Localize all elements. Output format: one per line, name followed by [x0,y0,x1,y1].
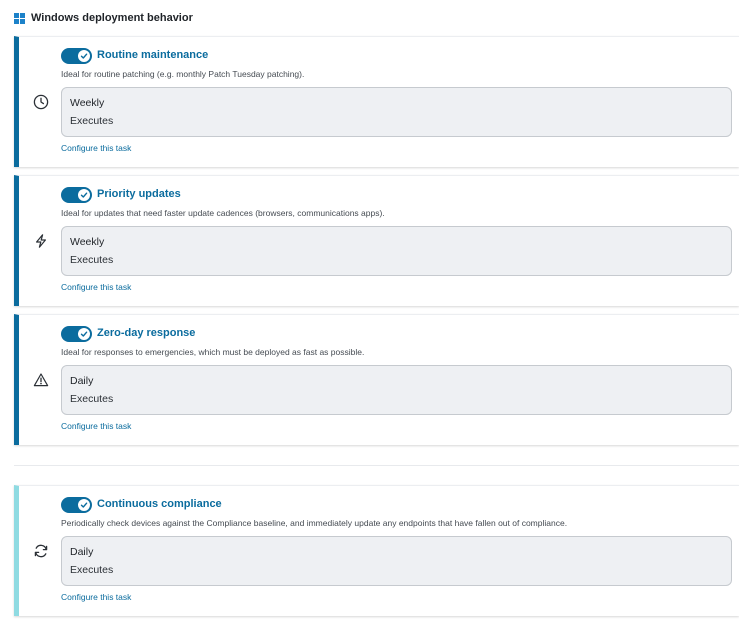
windows-logo-icon [14,12,25,24]
task-description: Ideal for responses to emergencies, whic… [61,347,365,357]
lightning-icon [33,233,49,249]
task-title: Routine maintenance [97,49,209,61]
check-icon [78,50,90,62]
task-title: Continuous compliance [97,498,222,510]
task-card-continuous-compliance: Continuous compliance Periodically check… [14,485,739,616]
schedule-status: Executes [70,115,114,127]
task-card-priority-updates: Priority updates Ideal for updates that … [14,175,739,306]
task-description: Ideal for updates that need faster updat… [61,208,385,218]
task-card-zero-day-response: Zero-day response Ideal for responses to… [14,314,739,445]
task-title: Priority updates [97,188,181,200]
schedule-frequency: Weekly [70,236,105,248]
check-icon [78,328,90,340]
task-description: Ideal for routine patching (e.g. monthly… [61,69,305,79]
check-icon [78,189,90,201]
configure-task-link[interactable]: Configure this task [61,282,131,292]
clock-icon [33,94,49,110]
configure-task-link[interactable]: Configure this task [61,592,131,602]
continuous-compliance-toggle[interactable] [61,497,92,513]
priority-updates-toggle[interactable] [61,187,92,203]
configure-task-link[interactable]: Configure this task [61,421,131,431]
check-icon [78,499,90,511]
section-header: Windows deployment behavior [14,11,193,25]
zero-day-response-toggle[interactable] [61,326,92,342]
configure-task-link[interactable]: Configure this task [61,143,131,153]
schedule-summary: Weekly Executes [61,87,732,137]
schedule-frequency: Weekly [70,97,105,109]
section-title: Windows deployment behavior [31,12,193,24]
task-description: Periodically check devices against the C… [61,518,568,528]
schedule-status: Executes [70,564,114,576]
schedule-status: Executes [70,254,114,266]
warning-icon [33,372,49,388]
routine-maintenance-toggle[interactable] [61,48,92,64]
schedule-status: Executes [70,393,114,405]
task-card-routine-maintenance: Routine maintenance Ideal for routine pa… [14,36,739,167]
schedule-summary: Weekly Executes [61,226,732,276]
section-divider [14,465,739,466]
schedule-frequency: Daily [70,546,94,558]
refresh-icon [33,543,49,559]
schedule-summary: Daily Executes [61,536,732,586]
task-title: Zero-day response [97,327,196,339]
schedule-summary: Daily Executes [61,365,732,415]
schedule-frequency: Daily [70,375,94,387]
